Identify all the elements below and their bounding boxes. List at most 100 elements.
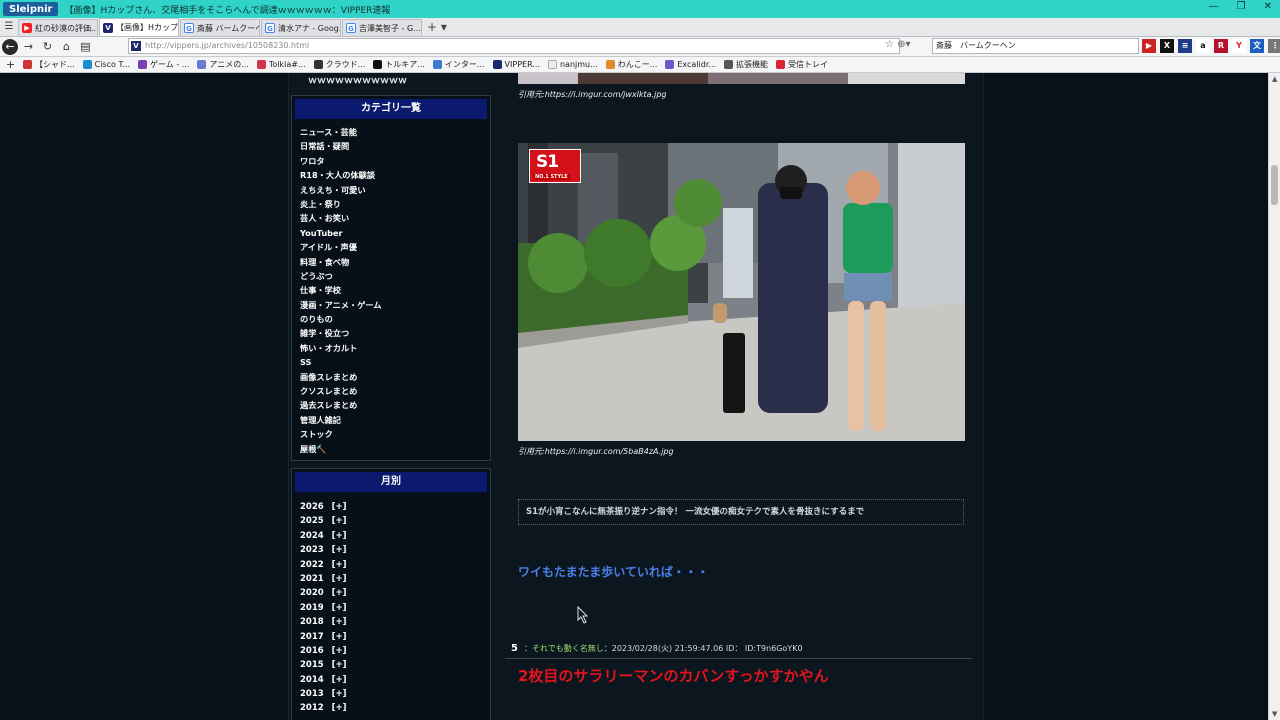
expand-toggle[interactable]: [+]: [332, 574, 347, 584]
category-link[interactable]: 過去スレまとめ: [300, 398, 490, 412]
expand-toggle[interactable]: [+]: [332, 660, 347, 670]
category-link[interactable]: 雑学・役立つ: [300, 326, 490, 340]
bookmark-item[interactable]: nanjmu...: [547, 60, 598, 69]
category-link[interactable]: 屋根🔨: [300, 442, 490, 456]
year-item[interactable]: 2016 [+]: [300, 644, 490, 658]
tab[interactable]: G 清水アナ - Goog...: [261, 19, 341, 36]
year-item[interactable]: 2024 [+]: [300, 529, 490, 543]
bookmark-item[interactable]: 【シャド...: [23, 59, 75, 70]
bookmark-item[interactable]: トルキア...: [373, 59, 425, 70]
bookmark-item[interactable]: 受信トレイ: [776, 59, 828, 70]
expand-toggle[interactable]: [+]: [332, 646, 347, 656]
translate-icon[interactable]: 文: [1250, 39, 1264, 53]
previous-image-bottom[interactable]: [518, 73, 965, 84]
category-link[interactable]: のりもの: [300, 312, 490, 326]
promo-link-box[interactable]: S1が小宵こなんに無茶振り逆ナン指令！ 一流女優の痴女テクで素人を骨抜きにするま…: [518, 499, 964, 525]
bookmark-item[interactable]: インター...: [432, 59, 485, 70]
category-link[interactable]: 日常話・疑問: [300, 139, 490, 153]
yahoo-icon[interactable]: Y: [1232, 39, 1246, 53]
tab[interactable]: G 斎藤 バームクーヘ...: [180, 19, 260, 36]
year-item[interactable]: 2013 [+]: [300, 687, 490, 701]
search-input[interactable]: 斎藤 バームクーヘン: [932, 38, 1139, 54]
scroll-up-icon[interactable]: ▲: [1272, 75, 1277, 83]
expand-toggle[interactable]: [+]: [332, 617, 347, 627]
reload-icon[interactable]: ↻: [39, 38, 56, 55]
menu-icon[interactable]: ⋮: [1268, 39, 1280, 53]
bookmark-item[interactable]: ゲーム - ...: [138, 59, 189, 70]
expand-toggle[interactable]: [+]: [332, 588, 347, 598]
tab-active[interactable]: V 【画像】Hカップさ...: [99, 18, 179, 36]
bookmark-item[interactable]: Excalidr...: [665, 60, 716, 69]
star-icon[interactable]: ☆ ⊕▾: [885, 39, 911, 50]
year-item[interactable]: 2026 [+]: [300, 500, 490, 514]
year-item[interactable]: 2023 [+]: [300, 543, 490, 557]
category-link[interactable]: アイドル・声優: [300, 240, 490, 254]
year-item[interactable]: 2022 [+]: [300, 558, 490, 572]
app-menu-button[interactable]: Sleipnir: [3, 2, 59, 16]
expand-toggle[interactable]: [+]: [332, 502, 347, 512]
expand-toggle[interactable]: [+]: [332, 689, 347, 699]
forward-arrow-icon[interactable]: →: [20, 38, 37, 55]
add-bookmark-icon[interactable]: +: [2, 56, 19, 73]
x-icon[interactable]: X: [1160, 39, 1174, 53]
bookmark-item[interactable]: クラウド...: [313, 59, 365, 70]
expand-toggle[interactable]: [+]: [332, 703, 347, 713]
year-item[interactable]: 2020 [+]: [300, 586, 490, 600]
tab[interactable]: ▶ 紅の砂漠の評価...: [18, 19, 98, 36]
expand-toggle[interactable]: [+]: [332, 560, 347, 570]
category-link[interactable]: R18・大人の体験談: [300, 168, 490, 182]
category-link[interactable]: ニュース・芸能: [300, 125, 490, 139]
close-button[interactable]: ✕: [1264, 1, 1272, 12]
vertical-scrollbar[interactable]: ▲ ▼: [1268, 73, 1280, 720]
news-icon[interactable]: ≡: [1178, 39, 1192, 53]
category-link[interactable]: ストック: [300, 427, 490, 441]
bookmark-item[interactable]: 拡張機能: [724, 59, 768, 70]
category-link[interactable]: 画像スレまとめ: [300, 370, 490, 384]
year-item[interactable]: 2017 [+]: [300, 630, 490, 644]
expand-toggle[interactable]: [+]: [332, 516, 347, 526]
tab[interactable]: G 吉澤美智子 - G...: [342, 19, 422, 36]
image-citation[interactable]: 引用元:https://i.imgur.com/jwxlkta.jpg: [518, 89, 667, 100]
bookmark-item[interactable]: わんこー...: [605, 59, 657, 70]
year-item[interactable]: 2025 [+]: [300, 514, 490, 528]
address-bar[interactable]: V http://vippers.jp/archives/10508230.ht…: [128, 38, 900, 54]
category-link[interactable]: 芸人・お笑い: [300, 211, 490, 225]
rakuten-icon[interactable]: R: [1214, 39, 1228, 53]
category-link[interactable]: ワロタ: [300, 154, 490, 168]
article-photo[interactable]: S1 NO.1 STYLE: [518, 143, 965, 441]
category-link[interactable]: 漫画・アニメ・ゲーム: [300, 298, 490, 312]
category-link[interactable]: YouTuber: [300, 226, 490, 240]
category-link[interactable]: SS: [300, 355, 490, 369]
new-tab-button[interactable]: + ▾: [427, 19, 447, 36]
expand-toggle[interactable]: [+]: [332, 531, 347, 541]
scroll-down-icon[interactable]: ▼: [1272, 710, 1277, 718]
bookmark-item[interactable]: Tolkia#...: [256, 60, 306, 69]
category-link[interactable]: 仕事・学校: [300, 283, 490, 297]
bookmark-page-icon[interactable]: ▤: [77, 38, 94, 55]
back-arrow-icon[interactable]: ←: [2, 38, 18, 55]
expand-toggle[interactable]: [+]: [332, 603, 347, 613]
bookmark-item[interactable]: アニメの...: [197, 59, 249, 70]
category-link[interactable]: 怖い・オカルト: [300, 341, 490, 355]
scrollbar-thumb[interactable]: [1271, 165, 1278, 205]
bookmark-item[interactable]: VIPPER...: [492, 60, 540, 69]
expand-toggle[interactable]: [+]: [332, 545, 347, 555]
bookmark-item[interactable]: Cisco T...: [82, 60, 130, 69]
year-item[interactable]: 2015 [+]: [300, 658, 490, 672]
category-link[interactable]: 料理・食べ物: [300, 255, 490, 269]
promo-text-link[interactable]: ワイもたまたま歩いていれば・・・: [518, 563, 709, 580]
amazon-icon[interactable]: a: [1196, 39, 1210, 53]
minimize-button[interactable]: —: [1209, 1, 1219, 12]
maximize-button[interactable]: ❐: [1237, 1, 1246, 12]
year-item[interactable]: 2014 [+]: [300, 673, 490, 687]
year-item[interactable]: 2012 [+]: [300, 701, 490, 715]
post-number[interactable]: 5: [511, 643, 518, 654]
category-link[interactable]: えちえち・可愛い: [300, 183, 490, 197]
expand-toggle[interactable]: [+]: [332, 675, 347, 685]
year-item[interactable]: 2018 [+]: [300, 615, 490, 629]
category-link[interactable]: 炎上・祭り: [300, 197, 490, 211]
image-citation[interactable]: 引用元:https://i.imgur.com/5baB4zA.jpg: [518, 446, 674, 457]
home-icon[interactable]: ⌂: [58, 38, 75, 55]
youtube-icon[interactable]: ▶: [1142, 39, 1156, 53]
category-link[interactable]: どうぶつ: [300, 269, 490, 283]
